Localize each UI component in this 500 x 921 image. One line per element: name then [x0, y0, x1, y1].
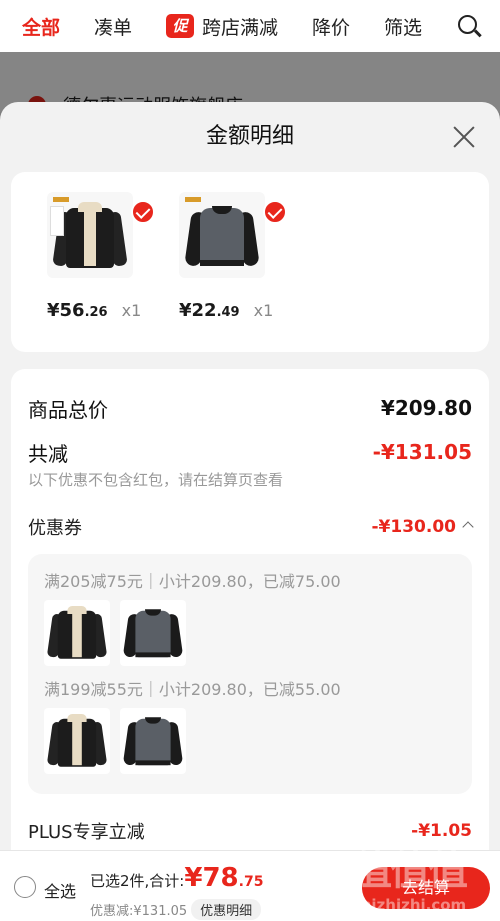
- chevron-up-icon[interactable]: [462, 521, 474, 533]
- price-dec: .26: [84, 305, 108, 320]
- tab-all[interactable]: 全部: [22, 13, 60, 40]
- product-item[interactable]: ¥22.49 x1: [179, 192, 287, 352]
- tab-price-drop-label: 降价: [311, 16, 350, 39]
- sweater-thumb: [120, 708, 186, 774]
- select-all-label[interactable]: 全选: [44, 878, 76, 902]
- product-qty: x1: [121, 301, 142, 320]
- coupon-detail-box: 满205减75元｜小计209.80，已减75.00 满199减55元｜小计209…: [28, 554, 472, 794]
- total-price-label: 商品总价: [28, 397, 108, 422]
- tab-filter[interactable]: 筛选: [384, 13, 422, 40]
- coupon-rule: 满205减75元｜小计209.80，已减75.00: [44, 572, 341, 591]
- check-icon[interactable]: [263, 200, 287, 224]
- savings-line: 优惠减:¥131.05 优惠明细: [90, 899, 262, 920]
- coupon-label: 优惠券: [28, 518, 82, 539]
- price-int: ¥22: [179, 300, 217, 321]
- select-all-radio-icon[interactable]: [14, 876, 36, 898]
- coupon-products: [44, 708, 456, 774]
- amount-detail-sheet: 金额明细 ¥56.26 x1 ¥22.49 x1 商品总价 ¥209.80 共减: [0, 102, 500, 921]
- jacket-thumb: [44, 708, 110, 774]
- coupon-products: [44, 600, 456, 666]
- total-price-value: ¥209.80: [380, 396, 472, 420]
- products-card: ¥56.26 x1 ¥22.49 x1: [11, 172, 489, 352]
- checkout-total-dec: .75: [238, 874, 264, 890]
- tab-combine-label: 凑单: [94, 16, 133, 39]
- sheet-header: 金额明细: [0, 102, 500, 172]
- tab-all-label: 全部: [22, 16, 61, 39]
- price-detail-card: 商品总价 ¥209.80 共减 -¥131.05 以下优惠不包含红包，请在结算页…: [11, 369, 489, 889]
- total-reduce-value: -¥131.05: [372, 440, 472, 464]
- total-price-row: 商品总价 ¥209.80: [28, 369, 472, 425]
- watermark-site: zhizhizhi.com: [352, 896, 467, 914]
- price-int: ¥56: [47, 300, 85, 321]
- jacket-thumb: [44, 600, 110, 666]
- coupon-value: -¥130.00: [371, 517, 457, 537]
- price-dec: .49: [216, 305, 240, 320]
- coupon-rule: 满199减55元｜小计209.80，已减55.00: [44, 680, 341, 699]
- total-reduce-label: 共减: [28, 441, 68, 466]
- product-qty: x1: [253, 301, 274, 320]
- selected-count: 已选2件,合计:: [90, 872, 185, 890]
- sheet-title: 金额明细: [205, 124, 294, 149]
- tab-cross-store-label: 跨店满减: [201, 16, 278, 39]
- savings-text: 优惠减:¥131.05: [90, 904, 188, 919]
- promo-badge: 促: [166, 14, 194, 38]
- watermark: 值值值 zhizhizhi.com: [352, 838, 492, 918]
- top-nav: 全部 凑单 促跨店满减 降价 筛选: [0, 0, 500, 52]
- watermark-logo: 值值值: [352, 848, 468, 894]
- checkout-summary: 已选2件,合计:¥78.75: [90, 863, 263, 893]
- sweater-image: [179, 192, 265, 278]
- reduce-note: 以下优惠不包含红包，请在结算页查看: [28, 471, 284, 489]
- product-item[interactable]: ¥56.26 x1: [47, 192, 155, 352]
- close-icon[interactable]: [452, 125, 476, 149]
- discount-detail-button[interactable]: 优惠明细: [191, 899, 262, 920]
- coupon-row[interactable]: 优惠券 -¥130.00: [28, 512, 474, 542]
- check-icon[interactable]: [131, 200, 155, 224]
- tab-filter-label: 筛选: [383, 16, 422, 39]
- product-price: ¥22.49 x1: [179, 300, 275, 321]
- product-price: ¥56.26 x1: [47, 300, 143, 321]
- tab-cross-store[interactable]: 促跨店满减: [166, 13, 278, 40]
- sweater-thumb: [120, 600, 186, 666]
- jacket-image: [47, 192, 133, 278]
- tab-combine[interactable]: 凑单: [94, 13, 132, 40]
- tab-price-drop[interactable]: 降价: [312, 13, 350, 40]
- plus-discount-label: PLUS专享立减: [28, 822, 145, 843]
- checkout-total: ¥78: [184, 863, 239, 893]
- total-reduce-row: 共减 -¥131.05: [28, 425, 472, 469]
- search-icon[interactable]: [456, 13, 482, 39]
